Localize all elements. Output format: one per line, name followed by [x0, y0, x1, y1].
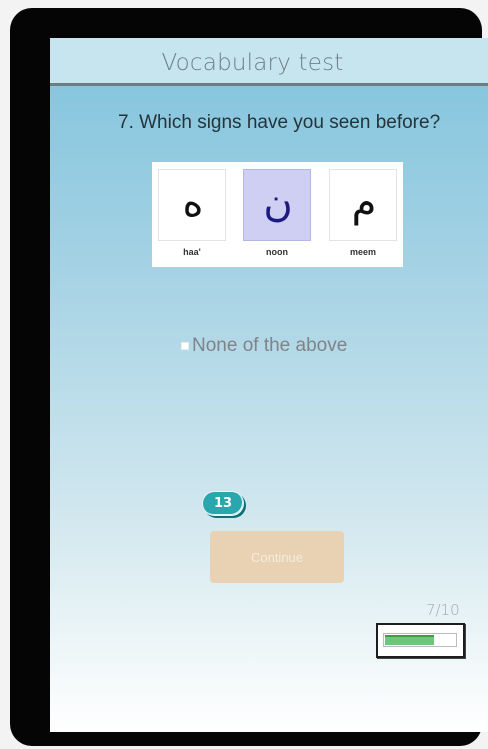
continue-button[interactable]: Continue — [210, 531, 344, 583]
none-of-the-above-label: None of the above — [192, 335, 348, 356]
card-glyph-box: ن — [243, 169, 311, 241]
counter-value: 13 — [213, 496, 233, 511]
sign-card-meem[interactable]: م meem — [329, 169, 397, 263]
sign-glyph: ه — [182, 180, 204, 226]
device-frame: Vocabulary test 7. Which signs have you … — [10, 8, 488, 746]
top-bar: Vocabulary test — [50, 38, 488, 86]
sign-glyph: م — [351, 180, 377, 226]
progress-text: 7/10 — [426, 601, 460, 619]
sign-label: haa' — [183, 247, 201, 257]
card-glyph-box: ه — [158, 169, 226, 241]
app-screen: Vocabulary test 7. Which signs have you … — [50, 38, 488, 732]
card-glyph-box: م — [329, 169, 397, 241]
sign-card-noon[interactable]: ن noon — [243, 169, 311, 263]
sign-card-haa[interactable]: ه haa' — [158, 169, 226, 263]
question-text: 7. Which signs have you seen before? — [118, 112, 441, 133]
progress-bar-track — [383, 633, 457, 647]
sign-glyph: ن — [263, 180, 293, 226]
sign-label: noon — [266, 247, 288, 257]
counter-badge: 13 — [202, 491, 244, 516]
progress-bar-frame — [376, 623, 465, 658]
sign-label: meem — [349, 247, 376, 257]
none-checkbox[interactable] — [181, 342, 189, 350]
none-of-the-above-option[interactable]: None of the above — [181, 335, 347, 357]
page-title: Vocabulary test — [161, 50, 344, 76]
progress-bar-fill — [385, 635, 434, 645]
sign-card-strip: ه haa' ن noon م meem — [152, 162, 403, 267]
